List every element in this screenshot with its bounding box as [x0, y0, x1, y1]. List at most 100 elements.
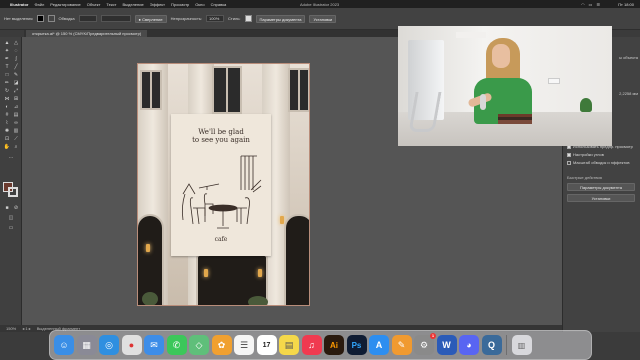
finder-icon[interactable]: ☺ — [54, 335, 74, 355]
zoom-level[interactable]: 150% — [6, 326, 16, 331]
magic-wand-icon[interactable]: ✦ — [3, 48, 11, 54]
reminders-icon[interactable]: ☰ — [234, 335, 254, 355]
preferences-button[interactable]: Установки — [309, 14, 337, 23]
pen-tool-icon[interactable]: ✒ — [3, 56, 11, 62]
battery-icon[interactable]: ▭ — [589, 2, 593, 7]
shrub — [142, 292, 158, 305]
scale-strokes-checkbox[interactable] — [567, 160, 571, 165]
launchpad-icon[interactable]: ▦ — [76, 335, 97, 355]
calendar-icon[interactable]: 17 — [256, 335, 277, 355]
scale-tool-icon[interactable]: ⤢ — [12, 88, 20, 94]
stroke-swatch[interactable] — [47, 15, 55, 22]
shrub — [248, 296, 268, 305]
blend-tool-icon[interactable]: ∞ — [12, 120, 20, 126]
eraser-tool-icon[interactable]: ◪ — [12, 80, 20, 86]
menu-bar: Illustrator Файл Редактирование Объект Т… — [0, 0, 640, 8]
tools-panel: ▲ △ ✦ ◌ ✒ ∫ T ╱ □ ✎ ✏ ◪ ↻ ⤢ ⋈ ⊞ ◐ ⊿ # ▤ … — [0, 37, 22, 332]
menu-select[interactable]: Выделение — [122, 2, 143, 7]
type-tool-icon[interactable]: T — [3, 64, 11, 70]
style-swatch[interactable] — [244, 15, 252, 22]
wifi-icon[interactable]: ◠ — [581, 2, 585, 7]
stroke-weight-field[interactable] — [78, 15, 97, 22]
control-center-icon[interactable]: ☰ — [596, 2, 600, 7]
artboard-nav-icon[interactable]: ◂ 1 ▸ — [22, 326, 30, 331]
eyedropper-tool-icon[interactable]: ⌇ — [3, 120, 11, 126]
messages-icon[interactable]: ✆ — [166, 335, 187, 355]
brush-dropdown[interactable]: ● Сверление — [134, 14, 167, 23]
fill-swatch[interactable] — [36, 15, 44, 22]
menu-window[interactable]: Окно — [195, 2, 204, 7]
illustrator-icon[interactable]: Ai — [324, 335, 344, 355]
none-color-icon[interactable]: ⊘ — [12, 205, 20, 211]
free-transform-icon[interactable]: ⊞ — [12, 96, 20, 102]
webcam-person-face — [492, 44, 510, 68]
pages-icon[interactable]: ✎ — [391, 335, 412, 355]
variable-width-field[interactable] — [100, 15, 131, 22]
quicktime-icon[interactable]: Q — [481, 335, 502, 355]
menu-file[interactable]: Файл — [34, 2, 44, 7]
appstore-icon[interactable]: A — [369, 335, 389, 355]
scale-strokes-checkbox-row[interactable]: Масштаб обводок и эффектов — [567, 160, 630, 165]
symbol-sprayer-icon[interactable]: ✺ — [3, 128, 11, 134]
stroke-label: Обводка — [58, 16, 75, 21]
opacity-field[interactable]: 100% — [206, 15, 225, 22]
menu-edit[interactable]: Редактирование — [50, 2, 80, 7]
word-icon[interactable]: W — [436, 335, 457, 355]
doc-setup-button[interactable]: Параметры документа — [255, 14, 306, 23]
music-icon[interactable]: ♫ — [301, 335, 322, 355]
corners-checkbox[interactable] — [567, 152, 571, 157]
building-arch — [284, 214, 309, 305]
artboard-tool-icon[interactable]: ⊡ — [3, 136, 11, 142]
rectangle-tool-icon[interactable]: □ — [3, 72, 11, 78]
app-menu[interactable]: Illustrator — [10, 2, 28, 7]
discord-icon[interactable]: ◕ — [459, 335, 479, 355]
panel-preferences-button[interactable]: Установки — [567, 194, 635, 202]
menu-type[interactable]: Текст — [106, 2, 116, 7]
lasso-tool-icon[interactable]: ◌ — [12, 48, 20, 54]
mesh-tool-icon[interactable]: # — [3, 112, 11, 118]
slice-tool-icon[interactable]: ⟋ — [12, 136, 20, 142]
stroke-color-icon[interactable] — [8, 187, 18, 197]
color-mode-icon[interactable]: ■ — [3, 205, 11, 211]
menu-effect[interactable]: Эффект — [150, 2, 165, 7]
selection-tool-icon[interactable]: ▲ — [3, 40, 11, 46]
corners-checkbox-row[interactable]: Настройки углов — [567, 152, 604, 157]
menu-object[interactable]: Объект — [87, 2, 101, 7]
line-tool-icon[interactable]: ╱ — [12, 64, 20, 70]
direct-selection-tool-icon[interactable]: △ — [12, 40, 20, 46]
more-tools-icon[interactable]: … — [7, 154, 15, 160]
system-settings-icon[interactable]: ⚙ 1 — [414, 333, 436, 355]
draw-mode-icon[interactable]: ◫ — [7, 215, 15, 221]
menu-view[interactable]: Просмотр — [171, 2, 189, 7]
curvature-tool-icon[interactable]: ∫ — [12, 56, 20, 62]
quick-actions-title: Быстрые действия — [567, 175, 602, 180]
panel-heading: ы объекта — [619, 55, 638, 60]
shape-builder-icon[interactable]: ◐ — [3, 104, 11, 110]
graph-tool-icon[interactable]: ▥ — [12, 128, 20, 134]
rotate-tool-icon[interactable]: ↻ — [3, 88, 11, 94]
pencil-tool-icon[interactable]: ✏ — [3, 80, 11, 86]
perspective-grid-icon[interactable]: ⊿ — [12, 104, 20, 110]
mail-icon[interactable]: ✉ — [144, 335, 164, 355]
menu-help[interactable]: Справка — [211, 2, 227, 7]
webcam-plant — [580, 98, 592, 112]
screen-mode-icon[interactable]: ▭ — [7, 225, 15, 231]
photos-icon[interactable]: ✿ — [211, 335, 232, 355]
postcard[interactable]: We'll be glad to see you again cafe — [171, 114, 271, 256]
maps-icon[interactable]: ◇ — [189, 335, 209, 355]
hand-tool-icon[interactable]: ✋ — [3, 144, 11, 150]
menu-clock[interactable]: Пт 18:00 — [618, 2, 634, 7]
photoshop-icon[interactable]: Ps — [346, 335, 367, 355]
gradient-tool-icon[interactable]: ▤ — [12, 112, 20, 118]
building-window — [212, 66, 242, 114]
notes-icon[interactable]: ▤ — [279, 335, 299, 355]
safari-icon[interactable]: ◎ — [99, 335, 119, 355]
panel-doc-setup-button[interactable]: Параметры документа — [567, 183, 635, 191]
width-tool-icon[interactable]: ⋈ — [3, 96, 11, 102]
trash-icon[interactable]: ▥ — [511, 335, 532, 355]
document-tab[interactable]: открытка.ai* @ 150 % (CMYK/Предварительн… — [26, 30, 148, 37]
zoom-tool-icon[interactable]: ⌕ — [12, 144, 20, 150]
chrome-icon[interactable]: ● — [121, 335, 142, 355]
artboard[interactable]: We'll be glad to see you again cafe — [137, 63, 310, 306]
paintbrush-tool-icon[interactable]: ✎ — [12, 72, 20, 78]
